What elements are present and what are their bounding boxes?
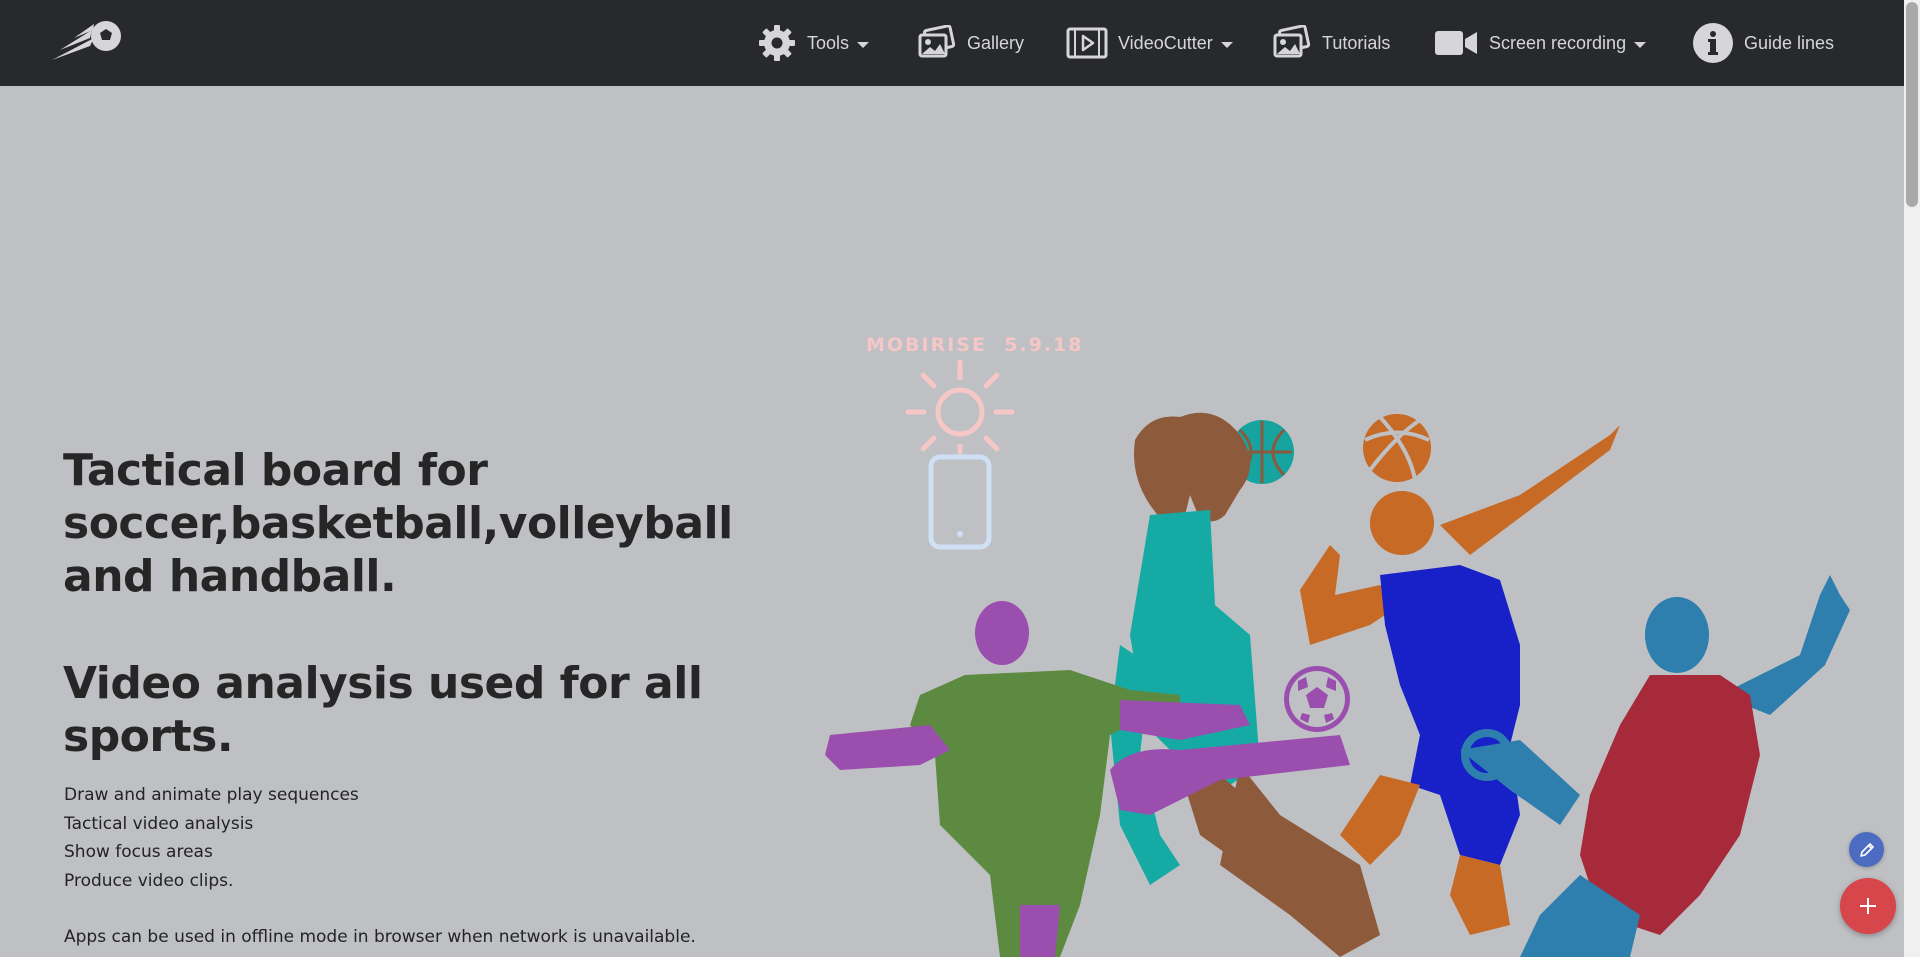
- soccer-player-figure: [825, 601, 1350, 957]
- plus-icon: [1860, 898, 1876, 914]
- chevron-down-icon: [1634, 41, 1647, 48]
- hero-title: Tactical board for soccer,basketball,vol…: [63, 445, 733, 602]
- nav-videocutter[interactable]: VideoCutter: [1066, 0, 1233, 86]
- feature-item: Tactical video analysis: [64, 813, 254, 834]
- images-icon: [917, 25, 957, 61]
- offline-note: Apps can be used in offline mode in brow…: [64, 927, 696, 947]
- nav-gallery-label: Gallery: [967, 32, 1025, 53]
- add-button[interactable]: [1840, 878, 1896, 934]
- chevron-down-icon: [857, 41, 870, 48]
- chevron-down-icon: [1220, 41, 1233, 48]
- images-icon: [1272, 25, 1312, 61]
- nav-tools[interactable]: Tools: [757, 0, 870, 86]
- video-camera-icon: [1433, 28, 1479, 58]
- info-icon: [1692, 22, 1734, 64]
- vertical-scrollbar-thumb[interactable]: [1906, 2, 1918, 207]
- nav-tutorials-label: Tutorials: [1322, 32, 1391, 53]
- feature-item: Produce video clips.: [64, 870, 234, 891]
- nav-screen-recording[interactable]: Screen recording: [1433, 0, 1647, 86]
- gear-icon: [757, 23, 797, 63]
- nav-guide-lines-label: Guide lines: [1744, 32, 1835, 53]
- sports-players-illustration: [825, 412, 1850, 957]
- feature-list: Draw and animate play sequences Tactical…: [64, 781, 359, 895]
- edit-button[interactable]: [1849, 832, 1884, 867]
- soccer-ball-logo-icon[interactable]: [50, 16, 128, 64]
- pencil-icon: [1859, 842, 1874, 857]
- nav-guide-lines[interactable]: Guide lines: [1692, 0, 1834, 86]
- top-navbar: Tools Gallery VideoCutter Tutorials Scre…: [0, 0, 1904, 86]
- nav-gallery[interactable]: Gallery: [917, 0, 1024, 86]
- nav-tutorials[interactable]: Tutorials: [1272, 0, 1390, 86]
- volleyball-icon: [1363, 414, 1431, 482]
- nav-tools-label: Tools: [807, 32, 850, 53]
- video-play-icon: [1066, 27, 1108, 59]
- nav-videocutter-label: VideoCutter: [1118, 32, 1213, 53]
- mobirise-version-badge: MOBIRISE 5.9.18: [866, 334, 1084, 356]
- handball-player-figure: [1460, 575, 1850, 957]
- feature-item: Draw and animate play sequences: [64, 785, 359, 805]
- nav-screen-recording-label: Screen recording: [1489, 32, 1627, 53]
- hero-subtitle: Video analysis used for all sports.: [63, 658, 703, 762]
- feature-item: Show focus areas: [64, 842, 213, 862]
- soccer-ball-icon: [1284, 666, 1350, 732]
